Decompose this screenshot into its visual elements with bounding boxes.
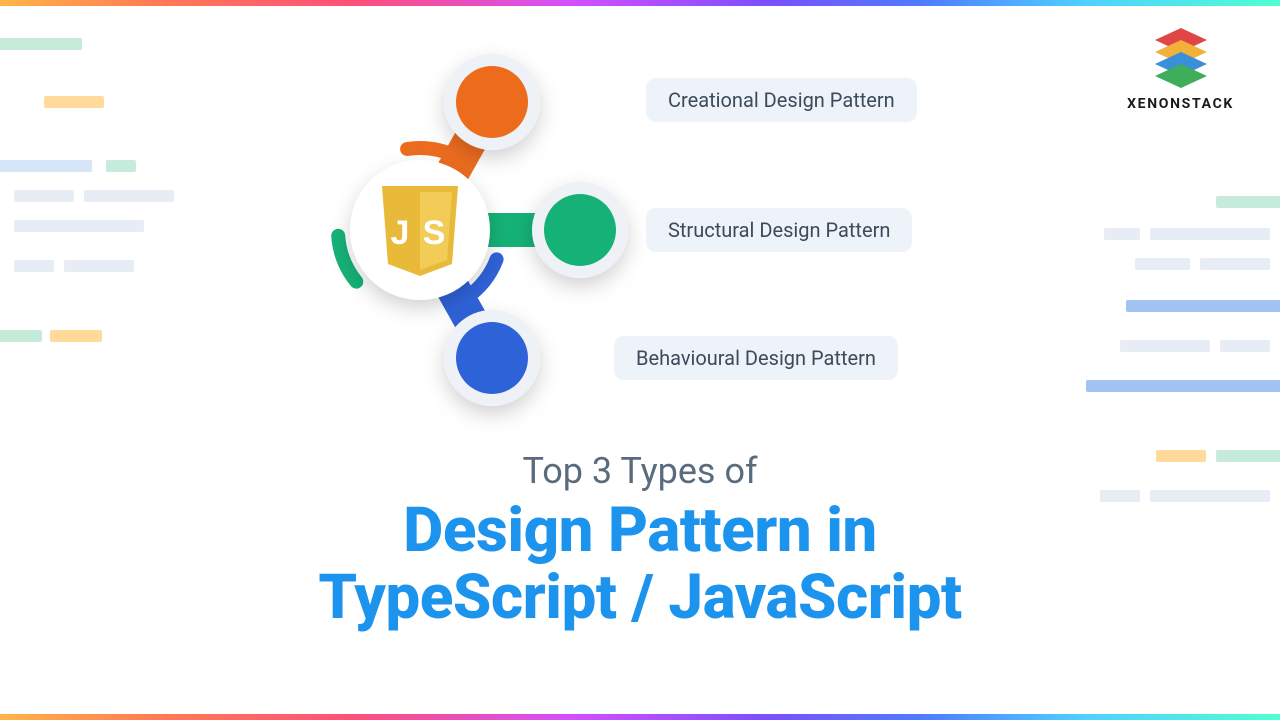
- brand-name: XENONSTACK: [1127, 96, 1234, 112]
- deco-bar: [1200, 258, 1270, 270]
- headline: Top 3 Types of Design Pattern in TypeScr…: [0, 450, 1280, 632]
- deco-bar: [1135, 258, 1190, 270]
- xenonstack-icon: [1148, 28, 1214, 90]
- deco-bar: [1120, 340, 1210, 352]
- brand-logo: XENONSTACK: [1127, 28, 1234, 112]
- deco-bar: [1126, 300, 1280, 312]
- headline-eyebrow: Top 3 Types of: [0, 450, 1280, 492]
- headline-title: Design Pattern in TypeScript / JavaScrip…: [0, 498, 1280, 632]
- deco-bar: [14, 260, 54, 272]
- javascript-shield-icon: J S: [382, 186, 458, 276]
- deco-bar: [0, 38, 82, 50]
- gradient-bar-bottom: [0, 714, 1280, 720]
- deco-bar: [44, 96, 104, 108]
- deco-bar: [106, 160, 136, 172]
- deco-bar: [14, 220, 144, 232]
- deco-bar: [50, 330, 102, 342]
- svg-text:J: J: [391, 214, 410, 252]
- deco-bar: [1216, 196, 1280, 208]
- deco-bar: [1220, 340, 1270, 352]
- deco-bar: [0, 330, 42, 342]
- deco-bar: [84, 190, 174, 202]
- pattern-hub-diagram: J S: [330, 40, 650, 420]
- deco-bar: [1104, 228, 1140, 240]
- svg-text:S: S: [423, 214, 446, 252]
- pattern-label-creational: Creational Design Pattern: [646, 78, 917, 122]
- headline-line2: TypeScript / JavaScript: [318, 561, 961, 634]
- deco-bar: [64, 260, 134, 272]
- deco-bar: [14, 190, 74, 202]
- deco-bar: [1086, 380, 1280, 392]
- pattern-label-structural: Structural Design Pattern: [646, 208, 912, 252]
- deco-bar: [0, 160, 92, 172]
- headline-line1: Design Pattern in: [403, 494, 877, 567]
- pattern-label-behavioural: Behavioural Design Pattern: [614, 336, 898, 380]
- deco-bar: [1150, 228, 1270, 240]
- gradient-bar-top: [0, 0, 1280, 6]
